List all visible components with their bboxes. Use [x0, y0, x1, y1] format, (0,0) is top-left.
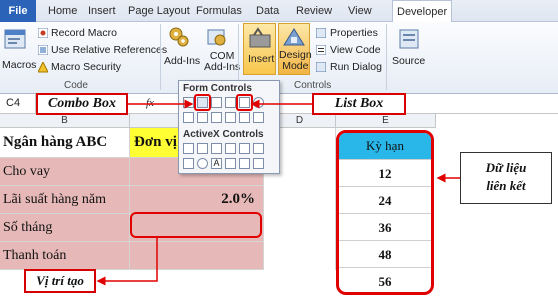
annotation-arrows: [96, 99, 460, 286]
list-item[interactable]: 36: [339, 213, 431, 240]
term-list-header: Kỳ hạn: [339, 133, 431, 159]
position-arrow: [96, 238, 158, 286]
term-list[interactable]: Kỳ hạn 12 24 36 48 56: [336, 130, 434, 295]
list-item[interactable]: 24: [339, 186, 431, 213]
list-item[interactable]: 12: [339, 159, 431, 186]
list-item[interactable]: 48: [339, 240, 431, 267]
list-item[interactable]: 56: [339, 267, 431, 292]
